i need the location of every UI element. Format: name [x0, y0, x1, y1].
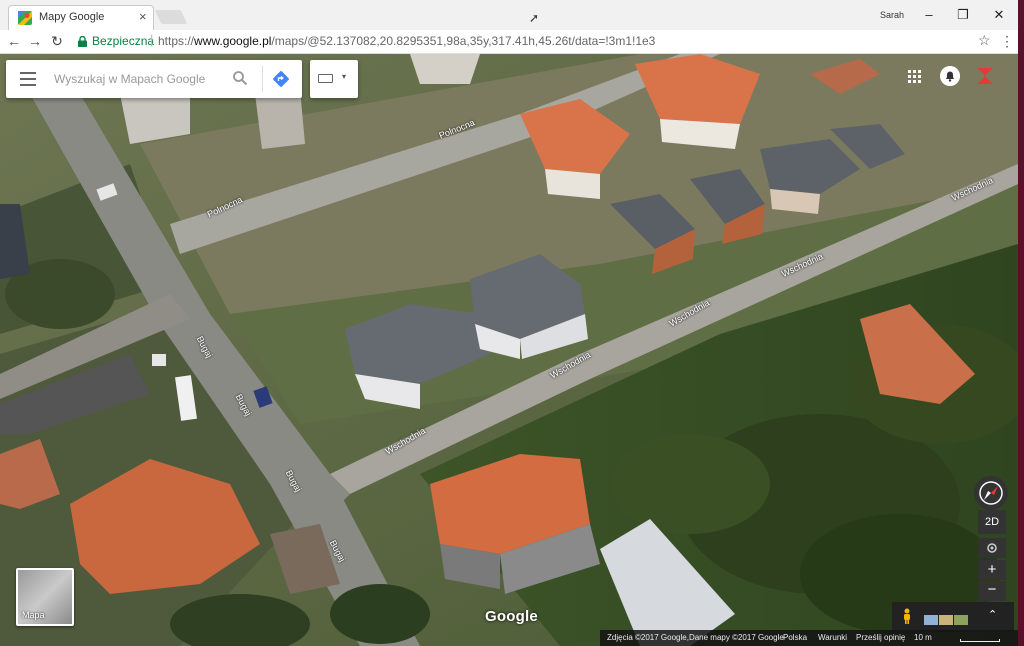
- google-maps-favicon-icon: [18, 11, 32, 25]
- input-tools-button[interactable]: ▾: [310, 60, 358, 98]
- back-button[interactable]: ←: [5, 32, 23, 50]
- url-text[interactable]: https://www.google.pl/maps/@52.137082,20…: [158, 34, 655, 48]
- view-2d-button[interactable]: 2D: [978, 510, 1006, 534]
- browser-window: Mapy Google × ➚ Sarah – ❐ ✕ ← → ↻ Bezpie…: [0, 0, 1018, 646]
- close-window-button[interactable]: ✕: [990, 6, 1008, 24]
- compass-icon[interactable]: [974, 476, 1008, 510]
- map-canvas[interactable]: Wschodnia Wschodnia Wschodnia Wschodnia …: [0, 54, 1018, 646]
- layer-label: Mapa: [22, 610, 45, 620]
- searchbox-divider: [262, 66, 263, 92]
- expand-panel-icon[interactable]: ⌃: [988, 608, 997, 621]
- bookmark-star-icon[interactable]: ☆: [978, 32, 991, 49]
- profile-name[interactable]: Sarah: [880, 10, 904, 20]
- imagery-thumbnails[interactable]: [924, 612, 970, 625]
- scale-bar: [960, 639, 1000, 642]
- tab-title: Mapy Google: [39, 11, 105, 23]
- scale-label: 10 m: [914, 633, 932, 642]
- forward-button[interactable]: →: [26, 32, 44, 50]
- my-location-button[interactable]: [978, 538, 1006, 558]
- search-icon[interactable]: [232, 70, 248, 86]
- attribution-text: Zdjęcia ©2017 Google,Dane mapy ©2017 Goo…: [607, 633, 784, 642]
- notifications-bell-icon[interactable]: [940, 66, 960, 86]
- google-logo: Google: [485, 608, 538, 625]
- minimize-button[interactable]: –: [920, 6, 938, 24]
- keyboard-icon: [318, 74, 333, 83]
- imagery-panel: ⌃: [892, 602, 1014, 632]
- lock-icon: [78, 36, 87, 47]
- account-avatar-icon[interactable]: [976, 66, 994, 86]
- tab-strip: Mapy Google × ➚ Sarah – ❐ ✕: [0, 0, 1018, 30]
- security-label: Bezpieczna: [92, 34, 155, 48]
- maps-search-box: [6, 60, 302, 98]
- mouse-cursor-icon: ➚: [529, 11, 540, 25]
- reload-button[interactable]: ↻: [48, 32, 66, 50]
- apps-grid-icon[interactable]: [908, 70, 922, 84]
- satellite-imagery: [0, 54, 1018, 646]
- chevron-down-icon: ▾: [342, 72, 347, 81]
- desktop-edge: [1018, 0, 1024, 646]
- zoom-out-button[interactable]: −: [978, 581, 1006, 601]
- maximize-button[interactable]: ❐: [954, 6, 972, 24]
- directions-icon[interactable]: [272, 70, 290, 88]
- address-bar[interactable]: Bezpieczna | https://www.google.pl/maps/…: [72, 31, 994, 52]
- map-footer: Zdjęcia ©2017 Google,Dane mapy ©2017 Goo…: [600, 630, 1018, 646]
- country-link[interactable]: Polska: [783, 633, 807, 642]
- search-input[interactable]: [54, 70, 224, 88]
- browser-toolbar: ← → ↻ Bezpieczna | https://www.google.pl…: [0, 30, 1018, 54]
- feedback-link[interactable]: Prześlij opinię: [856, 633, 905, 642]
- terms-link[interactable]: Warunki: [818, 633, 847, 642]
- menu-icon[interactable]: [20, 72, 36, 86]
- my-location-icon: [987, 543, 997, 553]
- url-separator: |: [150, 32, 154, 47]
- tab-close-icon[interactable]: ×: [139, 9, 147, 24]
- new-tab-button[interactable]: [154, 10, 188, 24]
- zoom-in-button[interactable]: +: [978, 560, 1006, 580]
- map-layer-switcher[interactable]: Mapa: [16, 568, 74, 626]
- browser-menu-icon[interactable]: ⋮: [1000, 33, 1014, 50]
- pegman-icon[interactable]: [902, 608, 912, 624]
- tab-google-maps[interactable]: Mapy Google ×: [8, 5, 154, 30]
